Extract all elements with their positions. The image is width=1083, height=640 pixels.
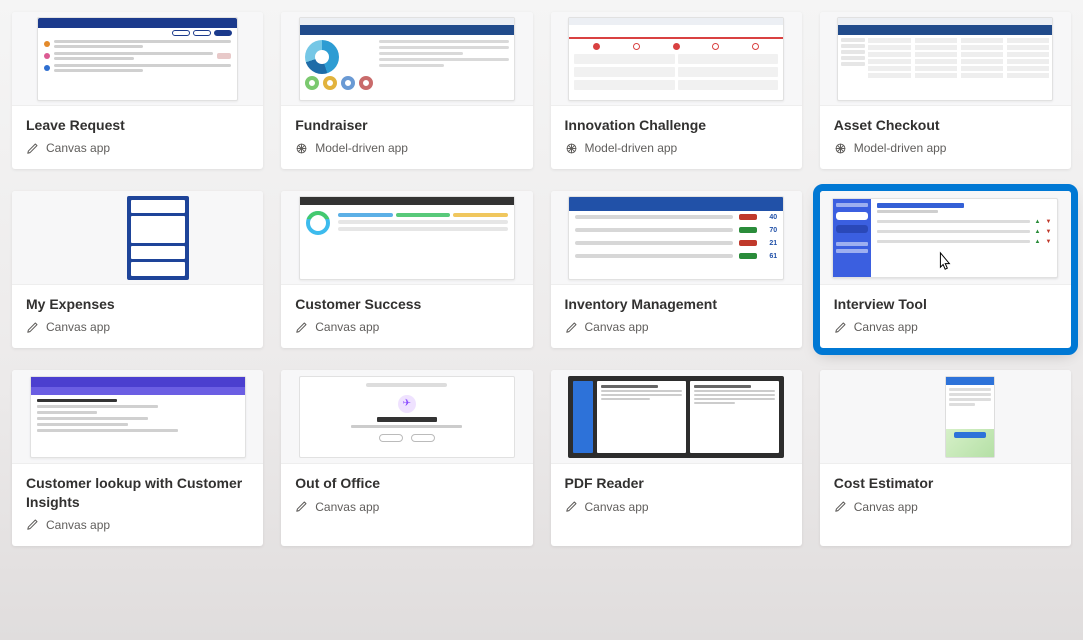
model-driven-icon <box>565 142 578 155</box>
pencil-icon <box>26 321 39 334</box>
pencil-icon <box>26 518 39 531</box>
template-type-label: Canvas app <box>585 320 649 334</box>
template-thumbnail <box>281 12 532 106</box>
template-card[interactable]: ▲▼▲▼▲▼ Interview Tool Canvas app <box>820 191 1071 348</box>
template-title: Customer Success <box>295 295 518 313</box>
template-card[interactable]: Fundraiser Model-driven app <box>281 12 532 169</box>
template-type: Canvas app <box>834 500 1057 514</box>
template-title: Cost Estimator <box>834 474 1057 492</box>
template-type: Canvas app <box>295 500 518 514</box>
template-title: Asset Checkout <box>834 116 1057 134</box>
template-card-body: Out of Office Canvas app <box>281 464 532 527</box>
template-title: My Expenses <box>26 295 249 313</box>
template-card[interactable]: ✈ Out of Office Canvas app <box>281 370 532 545</box>
template-card[interactable]: Cost Estimator Canvas app <box>820 370 1071 545</box>
template-card-body: Fundraiser Model-driven app <box>281 106 532 169</box>
template-title: Inventory Management <box>565 295 788 313</box>
template-type-label: Canvas app <box>585 500 649 514</box>
template-card-body: PDF Reader Canvas app <box>551 464 802 527</box>
template-grid: Leave Request Canvas app Fundraiser Mode… <box>12 0 1071 546</box>
template-card[interactable]: Asset Checkout Model-driven app <box>820 12 1071 169</box>
template-type-label: Canvas app <box>315 320 379 334</box>
template-type: Canvas app <box>26 320 249 334</box>
template-type: Canvas app <box>26 141 249 155</box>
pencil-icon <box>295 500 308 513</box>
template-type-label: Canvas app <box>46 320 110 334</box>
template-thumbnail: 40702161 <box>551 191 802 285</box>
template-card[interactable]: Innovation Challenge Model-driven app <box>551 12 802 169</box>
template-card-body: Asset Checkout Model-driven app <box>820 106 1071 169</box>
model-driven-icon <box>295 142 308 155</box>
template-card[interactable]: Customer Success Canvas app <box>281 191 532 348</box>
template-card-body: My Expenses Canvas app <box>12 285 263 348</box>
template-thumbnail <box>551 12 802 106</box>
template-type-label: Canvas app <box>854 500 918 514</box>
template-thumbnail <box>281 191 532 285</box>
template-type: Canvas app <box>295 320 518 334</box>
template-type-label: Canvas app <box>315 500 379 514</box>
template-card-body: Interview Tool Canvas app <box>820 285 1071 348</box>
template-thumbnail <box>551 370 802 464</box>
pencil-icon <box>26 142 39 155</box>
template-type: Canvas app <box>565 500 788 514</box>
template-title: Customer lookup with Customer Insights <box>26 474 249 510</box>
template-card-body: Innovation Challenge Model-driven app <box>551 106 802 169</box>
template-thumbnail <box>820 12 1071 106</box>
template-title: Fundraiser <box>295 116 518 134</box>
pencil-icon <box>834 500 847 513</box>
template-card-body: Leave Request Canvas app <box>12 106 263 169</box>
template-title: Leave Request <box>26 116 249 134</box>
template-card[interactable]: Customer lookup with Customer Insights C… <box>12 370 263 545</box>
pencil-icon <box>565 321 578 334</box>
template-title: Out of Office <box>295 474 518 492</box>
template-card[interactable]: PDF Reader Canvas app <box>551 370 802 545</box>
template-thumbnail: ✈ <box>281 370 532 464</box>
template-card-body: Cost Estimator Canvas app <box>820 464 1071 527</box>
template-type-label: Model-driven app <box>585 141 678 155</box>
template-card-body: Customer Success Canvas app <box>281 285 532 348</box>
template-type: Model-driven app <box>565 141 788 155</box>
model-driven-icon <box>834 142 847 155</box>
template-type: Canvas app <box>26 518 249 532</box>
template-type: Model-driven app <box>834 141 1057 155</box>
template-title: PDF Reader <box>565 474 788 492</box>
template-thumbnail <box>12 370 263 464</box>
template-type: Model-driven app <box>295 141 518 155</box>
template-card[interactable]: My Expenses Canvas app <box>12 191 263 348</box>
template-type: Canvas app <box>834 320 1057 334</box>
template-thumbnail <box>820 370 1071 464</box>
template-type-label: Model-driven app <box>315 141 408 155</box>
template-card[interactable]: Leave Request Canvas app <box>12 12 263 169</box>
template-type-label: Canvas app <box>46 141 110 155</box>
template-thumbnail: ▲▼▲▼▲▼ <box>820 191 1071 285</box>
pencil-icon <box>834 321 847 334</box>
template-thumbnail <box>12 191 263 285</box>
pencil-icon <box>565 500 578 513</box>
template-type: Canvas app <box>565 320 788 334</box>
template-card[interactable]: 40702161 Inventory Management Canvas app <box>551 191 802 348</box>
template-title: Innovation Challenge <box>565 116 788 134</box>
template-thumbnail <box>12 12 263 106</box>
template-card-body: Customer lookup with Customer Insights C… <box>12 464 263 545</box>
template-type-label: Model-driven app <box>854 141 947 155</box>
template-title: Interview Tool <box>834 295 1057 313</box>
template-type-label: Canvas app <box>854 320 918 334</box>
pencil-icon <box>295 321 308 334</box>
template-type-label: Canvas app <box>46 518 110 532</box>
template-card-body: Inventory Management Canvas app <box>551 285 802 348</box>
